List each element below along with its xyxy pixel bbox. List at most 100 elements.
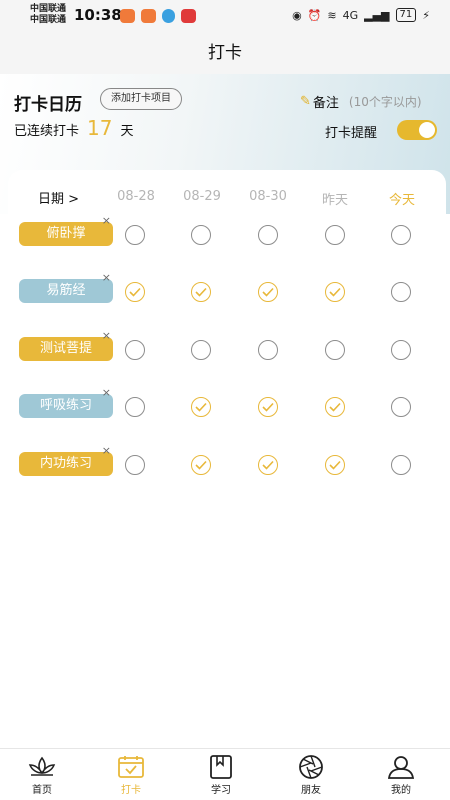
aperture-icon	[299, 755, 323, 779]
habit-row: 呼吸练习 ×	[0, 387, 450, 420]
nav-study[interactable]: 学习	[191, 755, 251, 796]
unchecked-circle-icon[interactable]	[391, 340, 411, 360]
lotus-icon	[28, 756, 56, 776]
carrier-1: 中国联通	[30, 4, 67, 14]
title-bar: 打卡	[0, 32, 450, 74]
habit-name-tag[interactable]: 内功练习 ×	[19, 445, 113, 476]
nav-home[interactable]: 首页	[12, 755, 72, 796]
bottom-nav: 首页 打卡 学习 朋友 我的	[0, 748, 450, 800]
signal-icon: ▂▄▆	[364, 8, 390, 22]
wifi-icon: ≋	[327, 8, 337, 22]
add-habit-button[interactable]: 添加打卡项目	[100, 88, 182, 110]
battery-icon: 71	[395, 8, 417, 22]
habit-name-tag[interactable]: 呼吸练习 ×	[19, 387, 113, 418]
unchecked-circle-icon[interactable]	[125, 397, 145, 417]
pencil-icon: ✎	[300, 94, 311, 109]
unchecked-circle-icon[interactable]	[325, 225, 345, 245]
nav-checkin-label: 打卡	[121, 785, 141, 796]
nav-friends-label: 朋友	[301, 785, 321, 796]
habit-name: 呼吸练习	[39, 398, 92, 413]
unchecked-circle-icon[interactable]	[325, 340, 345, 360]
reminder-label: 打卡提醒	[325, 126, 378, 141]
delete-habit-icon[interactable]: ×	[102, 330, 111, 342]
streak-prefix: 已连续打卡	[14, 124, 80, 139]
streak-suffix: 天	[120, 124, 134, 139]
nav-mine[interactable]: 我的	[371, 755, 431, 796]
date-selector[interactable]: 日期 >	[38, 188, 79, 207]
date-header-row: 日期 > 08-28 08-29 08-30 昨天 今天	[0, 188, 450, 208]
eye-icon: ◉	[292, 8, 302, 22]
habit-name: 测试菩提	[39, 341, 92, 356]
alarm-icon: ⏰	[307, 8, 322, 22]
checked-circle-icon[interactable]	[125, 282, 145, 302]
unchecked-circle-icon[interactable]	[125, 340, 145, 360]
unchecked-circle-icon[interactable]	[258, 340, 278, 360]
unchecked-circle-icon[interactable]	[258, 225, 278, 245]
checked-circle-icon[interactable]	[191, 397, 211, 417]
streak-info: 已连续打卡 17 天	[14, 116, 133, 140]
habit-name: 俯卧撑	[46, 226, 86, 241]
unchecked-circle-icon[interactable]	[391, 397, 411, 417]
system-icons: ◉ ⏰ ≋ 4G ▂▄▆ 71 ⚡	[292, 8, 430, 22]
date-column-0: 08-28	[117, 189, 155, 204]
date-column-3: 昨天	[321, 193, 348, 208]
status-bar: 中国联通 中国联通 10:38 ◉ ⏰ ≋ 4G ▂▄▆ 71 ⚡	[0, 0, 450, 32]
checked-circle-icon[interactable]	[258, 397, 278, 417]
habit-name-tag[interactable]: 测试菩提 ×	[19, 330, 113, 361]
app-notification-icon	[120, 9, 135, 23]
unchecked-circle-icon[interactable]	[391, 282, 411, 302]
nav-friends[interactable]: 朋友	[281, 755, 341, 796]
unchecked-circle-icon[interactable]	[125, 455, 145, 475]
note-label: 备注	[312, 96, 339, 111]
network-type: 4G	[342, 8, 359, 22]
checked-circle-icon[interactable]	[325, 397, 345, 417]
checked-circle-icon[interactable]	[325, 455, 345, 475]
habit-row: 易筋经 ×	[0, 272, 450, 305]
habit-row: 测试菩提 ×	[0, 330, 450, 363]
person-icon	[387, 756, 415, 779]
unchecked-circle-icon[interactable]	[191, 340, 211, 360]
streak-days: 17	[87, 116, 113, 140]
unchecked-circle-icon[interactable]	[191, 225, 211, 245]
habit-name: 内功练习	[39, 456, 92, 471]
unchecked-circle-icon[interactable]	[391, 225, 411, 245]
charging-icon: ⚡	[422, 8, 430, 22]
habit-row: 内功练习 ×	[0, 445, 450, 478]
unchecked-circle-icon[interactable]	[125, 225, 145, 245]
checked-circle-icon[interactable]	[191, 282, 211, 302]
nav-home-label: 首页	[32, 785, 52, 796]
app-notification-icon	[181, 9, 196, 23]
date-column-today: 今天	[388, 193, 415, 208]
nav-study-label: 学习	[211, 785, 231, 796]
notification-icons	[120, 9, 196, 23]
date-column-1: 08-29	[183, 189, 221, 204]
delete-habit-icon[interactable]: ×	[102, 387, 111, 399]
note-hint: (10个字以内)	[348, 95, 422, 109]
date-column-2: 08-30	[249, 189, 287, 204]
reminder-toggle[interactable]	[397, 120, 437, 140]
checked-circle-icon[interactable]	[191, 455, 211, 475]
habit-name-tag[interactable]: 易筋经 ×	[19, 272, 113, 303]
unchecked-circle-icon[interactable]	[391, 455, 411, 475]
nav-mine-label: 我的	[391, 785, 411, 796]
note-button[interactable]: ✎ 备注 (10个字以内)	[300, 92, 422, 111]
chat-notification-icon	[162, 9, 175, 23]
nav-checkin[interactable]: 打卡	[101, 755, 161, 796]
app-notification-icon	[141, 9, 156, 23]
toggle-knob	[419, 122, 435, 138]
delete-habit-icon[interactable]: ×	[102, 445, 111, 457]
checked-circle-icon[interactable]	[325, 282, 345, 302]
delete-habit-icon[interactable]: ×	[102, 215, 111, 227]
checked-circle-icon[interactable]	[258, 455, 278, 475]
delete-habit-icon[interactable]: ×	[102, 272, 111, 284]
habit-name-tag[interactable]: 俯卧撑 ×	[19, 215, 113, 246]
carrier-2: 中国联通	[30, 15, 67, 25]
status-time: 10:38	[74, 6, 122, 24]
carrier-labels: 中国联通 中国联通	[30, 4, 66, 26]
checked-circle-icon[interactable]	[258, 282, 278, 302]
page-title: 打卡	[208, 43, 242, 63]
calendar-check-icon	[118, 756, 144, 778]
calendar-title: 打卡日历	[14, 95, 82, 115]
book-icon	[210, 755, 232, 779]
habit-row: 俯卧撑 ×	[0, 215, 450, 248]
